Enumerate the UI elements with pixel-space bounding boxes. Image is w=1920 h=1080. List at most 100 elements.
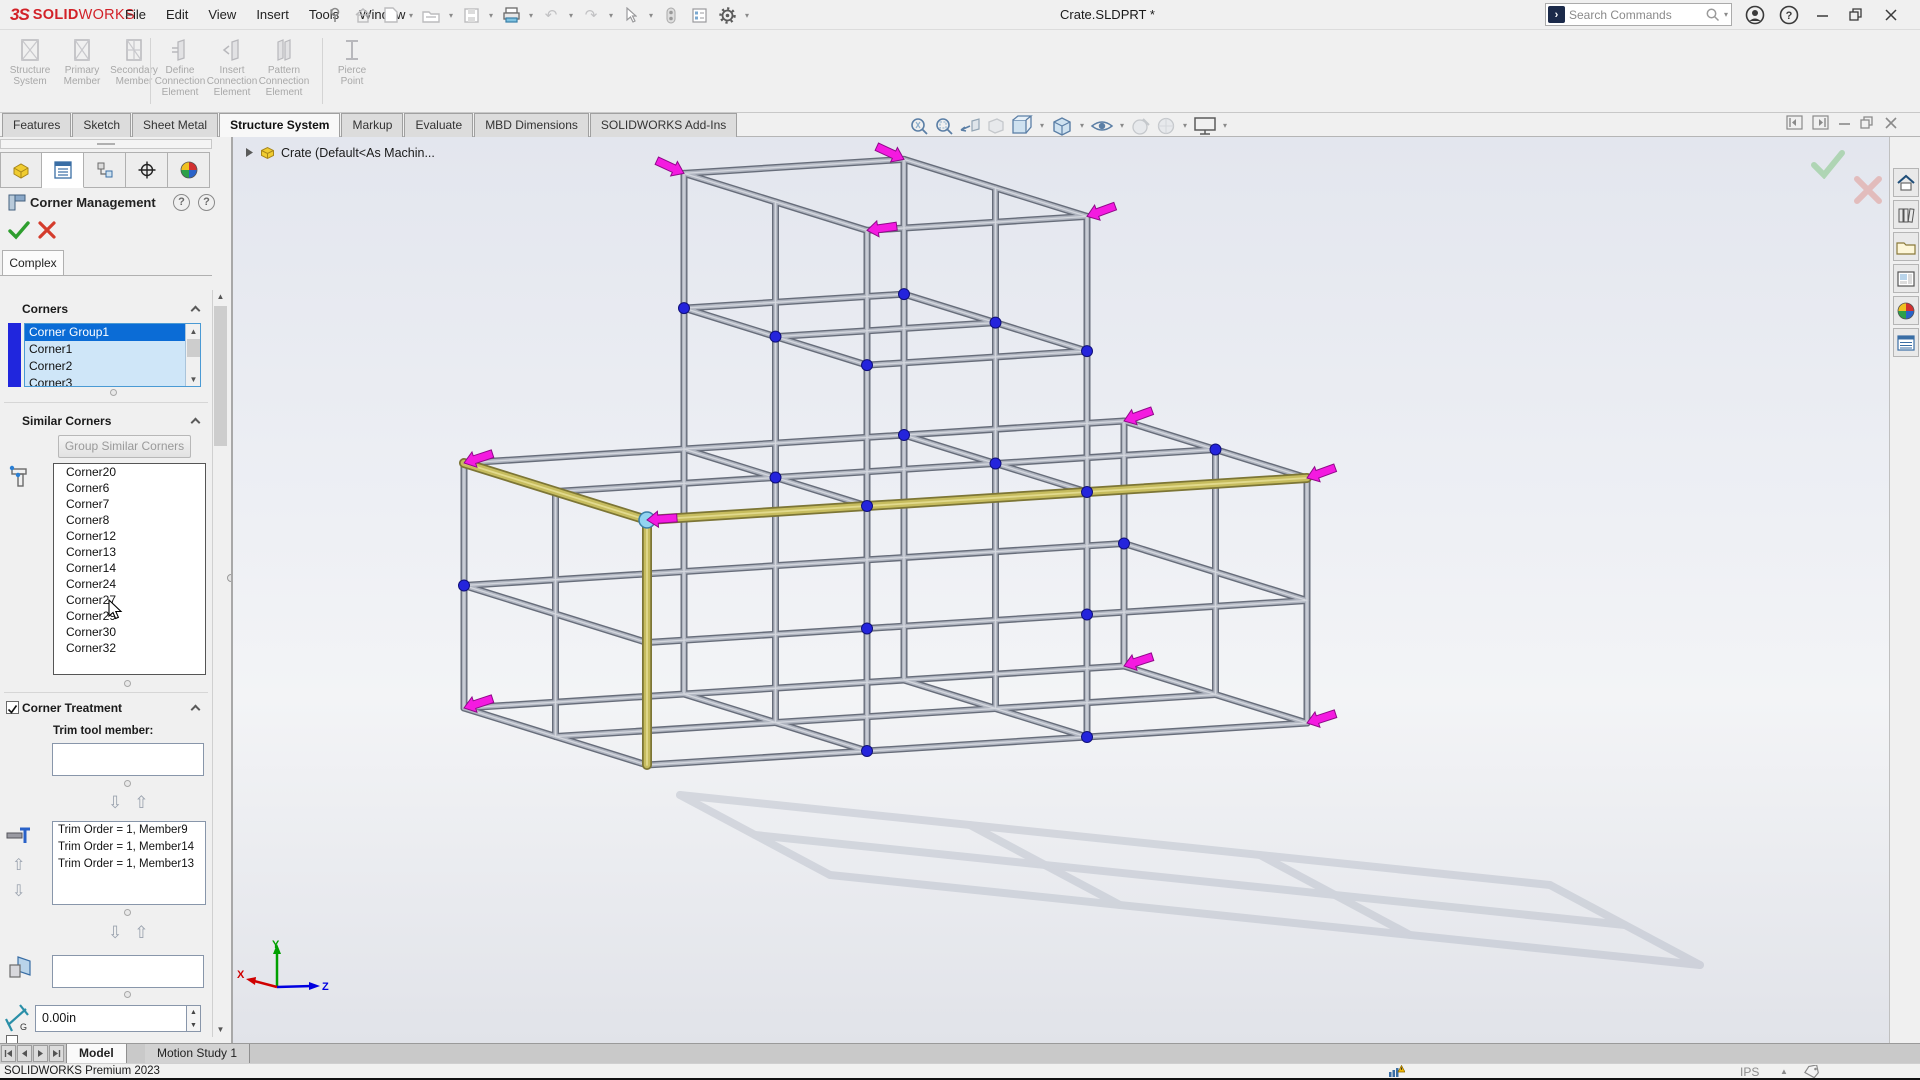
list-item-corner-group1[interactable]: Corner Group1 bbox=[25, 324, 185, 341]
file-explorer-button[interactable] bbox=[1893, 232, 1919, 261]
view-orientation-dropdown-icon[interactable]: ▾ bbox=[1037, 121, 1047, 130]
panel-splitter-handle[interactable] bbox=[0, 139, 212, 149]
zoom-to-area-icon[interactable] bbox=[933, 115, 955, 137]
save-dropdown-icon[interactable]: ▾ bbox=[486, 11, 496, 20]
list-item-corner1[interactable]: Corner1 bbox=[25, 341, 200, 358]
secondary-member-button[interactable]: Secondary Member bbox=[108, 34, 160, 87]
search-commands-box[interactable]: › Search Commands ▾ bbox=[1545, 3, 1732, 26]
taskpane-home-button[interactable] bbox=[1893, 168, 1919, 197]
display-style-dropdown-icon[interactable]: ▾ bbox=[1077, 121, 1087, 130]
trim-order-row[interactable]: Trim Order = 1, Member14 bbox=[53, 839, 205, 856]
corners-list-scrollbar[interactable]: ▲ ▼ bbox=[185, 324, 200, 386]
display-style-icon[interactable] bbox=[1050, 115, 1074, 137]
status-expand-icon[interactable]: ▲ bbox=[1780, 1064, 1788, 1079]
view-settings-dropdown-icon[interactable]: ▾ bbox=[1220, 121, 1230, 130]
view-settings-icon[interactable] bbox=[1193, 115, 1217, 137]
menu-edit[interactable]: Edit bbox=[156, 0, 198, 30]
corners-listbox[interactable]: Corner Group1 Corner1 Corner2 Corner3 ▲ … bbox=[24, 323, 201, 387]
move-down-icon[interactable]: ⇩ bbox=[108, 793, 134, 812]
undo-dropdown-icon[interactable]: ▾ bbox=[566, 11, 576, 20]
doc-minimize-icon[interactable] bbox=[1838, 115, 1851, 135]
menu-file[interactable]: File bbox=[115, 0, 156, 30]
spinner-down-icon[interactable]: ▼ bbox=[187, 1019, 200, 1032]
corner-treatment-checkbox[interactable] bbox=[6, 701, 19, 714]
trim-order-down-icon[interactable]: ⇩ bbox=[12, 881, 25, 901]
menu-insert[interactable]: Insert bbox=[246, 0, 299, 30]
zoom-to-fit-icon[interactable] bbox=[908, 115, 930, 137]
new-document-dropdown-icon[interactable]: ▾ bbox=[406, 11, 416, 20]
motion-study-tab[interactable]: Motion Study 1 bbox=[145, 1044, 250, 1063]
units-indicator[interactable]: IPS bbox=[1740, 1064, 1759, 1079]
primary-member-button[interactable]: Primary Member bbox=[56, 34, 108, 87]
move-up-icon[interactable]: ⇧ bbox=[134, 923, 160, 942]
second-member-box[interactable] bbox=[52, 955, 204, 988]
list-item-corner2[interactable]: Corner2 bbox=[25, 358, 200, 375]
group-similar-corners-button[interactable]: Group Similar Corners bbox=[58, 435, 191, 458]
similar-corner-item[interactable]: Corner12 bbox=[54, 528, 205, 544]
undo-icon[interactable]: ↶ bbox=[538, 2, 564, 28]
panel-scroll-down-icon[interactable]: ▼ bbox=[213, 1023, 228, 1037]
panel-scroll-thumb[interactable] bbox=[214, 306, 227, 446]
corners-section-header[interactable]: Corners bbox=[0, 299, 212, 321]
move-down-icon[interactable]: ⇩ bbox=[108, 923, 134, 942]
similar-corners-section-header[interactable]: Similar Corners bbox=[0, 411, 212, 433]
confirmation-corner-cancel-icon[interactable] bbox=[1853, 175, 1883, 205]
restore-button[interactable] bbox=[1844, 3, 1869, 28]
similar-corner-item[interactable]: Corner6 bbox=[54, 480, 205, 496]
ok-check-icon[interactable] bbox=[8, 220, 30, 240]
similar-corner-item[interactable]: Corner20 bbox=[54, 464, 205, 480]
similar-corners-listbox[interactable]: Corner20 Corner6 Corner7 Corner8 Corner1… bbox=[53, 463, 206, 675]
spinner-up-icon[interactable]: ▲ bbox=[187, 1006, 200, 1019]
pierce-point-button[interactable]: Pierce Point bbox=[326, 34, 378, 87]
dim-xpert-tab[interactable] bbox=[126, 152, 168, 188]
trim-order-listbox[interactable]: Trim Order = 1, Member9 Trim Order = 1, … bbox=[52, 821, 206, 905]
search-input[interactable]: Search Commands bbox=[1569, 8, 1705, 22]
active-document-label[interactable]: Crate (Default<As Machin... bbox=[281, 146, 435, 160]
help-icon[interactable]: ? bbox=[1776, 3, 1801, 28]
view-orientation-icon[interactable] bbox=[1010, 115, 1034, 137]
flyout-feature-tree[interactable]: Crate (Default<As Machin... bbox=[245, 145, 435, 160]
doc-restore-icon[interactable] bbox=[1860, 115, 1875, 135]
gap-value-spinner[interactable]: ▲ ▼ bbox=[187, 1005, 201, 1032]
menu-view[interactable]: View bbox=[198, 0, 246, 30]
similar-corners-collapse-icon[interactable] bbox=[191, 418, 201, 428]
list-resize-handle[interactable] bbox=[110, 389, 117, 396]
minimize-button[interactable] bbox=[1810, 3, 1835, 28]
tab-sheet-metal[interactable]: Sheet Metal bbox=[132, 113, 218, 137]
close-button[interactable] bbox=[1878, 3, 1903, 28]
new-document-icon[interactable] bbox=[378, 2, 404, 28]
nav-first-icon[interactable] bbox=[1, 1045, 16, 1062]
tag-icon[interactable] bbox=[1804, 1064, 1820, 1079]
cancel-x-icon[interactable] bbox=[38, 221, 56, 239]
previous-view-icon[interactable] bbox=[958, 115, 982, 137]
tab-evaluate[interactable]: Evaluate bbox=[404, 113, 473, 137]
corner-treatment-collapse-icon[interactable] bbox=[191, 705, 201, 715]
similar-corner-item[interactable]: Corner13 bbox=[54, 544, 205, 560]
hide-show-items-icon[interactable] bbox=[1090, 115, 1114, 137]
model-tab[interactable]: Model bbox=[66, 1044, 127, 1063]
select-dropdown-icon[interactable]: ▾ bbox=[646, 11, 656, 20]
list-item-corner3[interactable]: Corner3 bbox=[25, 375, 200, 387]
feature-manager-tab[interactable] bbox=[0, 152, 42, 188]
move-up-icon[interactable]: ⇧ bbox=[134, 793, 160, 812]
tree-expand-icon[interactable] bbox=[245, 147, 254, 158]
nav-last-icon[interactable] bbox=[49, 1045, 64, 1062]
box-resize-handle[interactable] bbox=[124, 991, 131, 998]
panel-scroll-up-icon[interactable]: ▲ bbox=[213, 290, 228, 304]
section-view-icon[interactable] bbox=[985, 115, 1007, 137]
gap-value-input[interactable]: 0.00in bbox=[35, 1005, 187, 1032]
list-resize-handle[interactable] bbox=[124, 680, 131, 687]
box-resize-handle[interactable] bbox=[124, 780, 131, 787]
tab-structure-system[interactable]: Structure System bbox=[219, 113, 340, 137]
search-dropdown-icon[interactable]: ▾ bbox=[1721, 10, 1731, 19]
tab-markup[interactable]: Markup bbox=[341, 113, 403, 137]
trim-order-row[interactable]: Trim Order = 1, Member13 bbox=[53, 856, 205, 873]
similar-corner-item[interactable]: Corner27 bbox=[54, 592, 205, 608]
settings-gear-icon[interactable] bbox=[714, 2, 740, 28]
define-connection-element-button[interactable]: Define Connection Element bbox=[154, 34, 206, 98]
redo-dropdown-icon[interactable]: ▾ bbox=[606, 11, 616, 20]
apply-scene-dropdown-icon[interactable]: ▾ bbox=[1180, 121, 1190, 130]
pin-icon[interactable] bbox=[322, 2, 348, 28]
search-icon[interactable] bbox=[1705, 7, 1721, 23]
open-icon[interactable] bbox=[418, 2, 444, 28]
